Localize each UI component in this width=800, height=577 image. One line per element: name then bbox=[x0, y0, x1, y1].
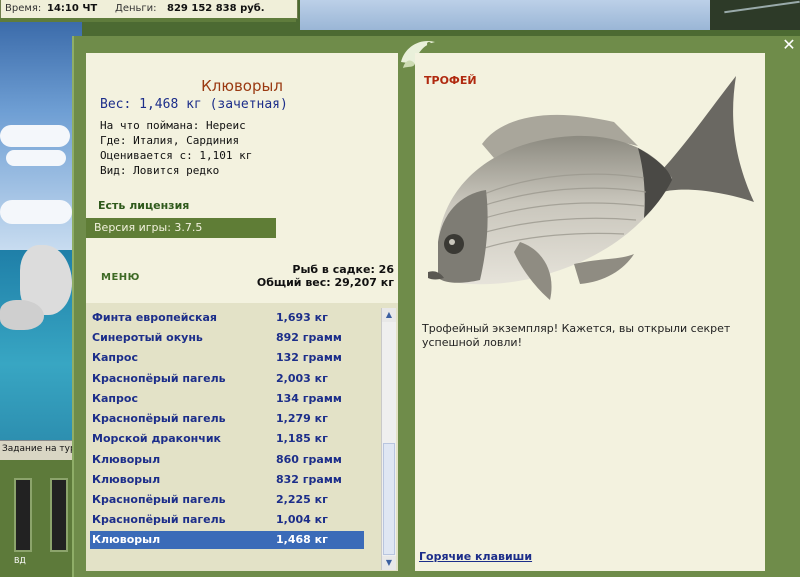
keepnet-count: Рыб в садке: 26 bbox=[292, 263, 394, 276]
bait-info: На что поймана: Нереис bbox=[100, 119, 246, 132]
catch-weight: 892 грамм bbox=[276, 331, 342, 344]
list-item[interactable]: Финта европейская 1,693 кг bbox=[90, 309, 364, 327]
scrollbar-thumb[interactable] bbox=[383, 443, 395, 555]
catch-name: Клюворыл bbox=[92, 453, 161, 466]
fish-weight: Вес: 1,468 кг (зачетная) bbox=[100, 97, 288, 112]
status-bar: Время: 14:10 ЧТ Деньги: 829 152 838 руб. bbox=[0, 0, 298, 19]
close-button[interactable]: ✕ bbox=[780, 36, 798, 54]
catch-weight: 1,693 кг bbox=[276, 311, 328, 324]
rock bbox=[0, 300, 44, 330]
location-info: Где: Италия, Сардиния bbox=[100, 134, 240, 147]
time-value: 14:10 ЧТ bbox=[47, 3, 98, 14]
catch-weight: 1,185 кг bbox=[276, 432, 328, 445]
list-item[interactable]: Краснопёрый пагель 2,003 кг bbox=[90, 370, 364, 388]
lower-left-panel bbox=[0, 460, 82, 577]
version-label: Версия игры: 3.7.5 bbox=[94, 221, 203, 234]
depth-gauge bbox=[50, 478, 68, 552]
list-item[interactable]: Капрос 132 грамм bbox=[90, 349, 364, 367]
cloud bbox=[0, 200, 72, 224]
catch-weight: 2,225 кг bbox=[276, 493, 328, 506]
gauge-label: ВД bbox=[14, 556, 26, 565]
list-item[interactable]: Синеротый окунь 892 грамм bbox=[90, 329, 364, 347]
catch-weight: 1,468 кг bbox=[276, 533, 328, 546]
tension-gauge bbox=[14, 478, 32, 552]
catch-name: Финта европейская bbox=[92, 311, 217, 324]
trophy-description: Трофейный экземпляр! Кажется, вы открыли… bbox=[422, 322, 731, 349]
list-item[interactable]: Клюворыл 832 грамм bbox=[90, 471, 364, 489]
catch-name: Краснопёрый пагель bbox=[92, 372, 226, 385]
rating-info: Оценивается с: 1,101 кг bbox=[100, 149, 253, 162]
catch-weight: 132 грамм bbox=[276, 351, 342, 364]
list-item[interactable]: Краснопёрый пагель 2,225 кг bbox=[90, 491, 364, 509]
fish-name: Клюворыл bbox=[201, 77, 283, 95]
list-item[interactable]: Краснопёрый пагель 1,279 кг bbox=[90, 410, 364, 428]
menu-button[interactable]: МЕНЮ bbox=[101, 272, 140, 283]
license-status: Есть лицензия bbox=[98, 199, 190, 212]
task-label: Задание на тур bbox=[2, 444, 76, 454]
hotkeys-link[interactable]: Горячие клавиши bbox=[419, 550, 532, 563]
list-item[interactable]: Краснопёрый пагель 1,004 кг bbox=[90, 511, 364, 529]
cloud bbox=[6, 150, 66, 166]
list-item-selected[interactable]: Клюворыл 1,468 кг bbox=[90, 531, 364, 549]
list-item[interactable]: Клюворыл 860 грамм bbox=[90, 451, 364, 469]
catch-name: Клюворыл bbox=[92, 533, 161, 546]
catch-weight: 860 грамм bbox=[276, 453, 342, 466]
catch-name: Морской дракончик bbox=[92, 432, 221, 445]
version-bar: Версия игры: 3.7.5 bbox=[86, 218, 276, 238]
catch-weight: 832 грамм bbox=[276, 473, 342, 486]
fish-illustration bbox=[428, 76, 754, 300]
corner-panel bbox=[710, 0, 800, 30]
cloud bbox=[0, 125, 70, 147]
catch-weight: 1,004 кг bbox=[276, 513, 328, 526]
catch-name: Капрос bbox=[92, 351, 138, 364]
keepnet-total-weight: Общий вес: 29,207 кг bbox=[256, 276, 394, 289]
task-bar[interactable]: Задание на тур bbox=[0, 440, 82, 461]
scroll-up-arrow-icon[interactable]: ▲ bbox=[382, 308, 396, 322]
money-value: 829 152 838 руб. bbox=[167, 3, 265, 14]
species-info: Вид: Ловится редко bbox=[100, 164, 220, 177]
money-label: Деньги: bbox=[115, 3, 157, 14]
time-label: Время: bbox=[5, 3, 42, 14]
catch-weight: 2,003 кг bbox=[276, 372, 328, 385]
catch-name: Синеротый окунь bbox=[92, 331, 203, 344]
catch-weight: 134 грамм bbox=[276, 392, 342, 405]
horizon-strip bbox=[300, 0, 710, 30]
scroll-down-arrow-icon[interactable]: ▼ bbox=[382, 556, 396, 570]
catch-name: Краснопёрый пагель bbox=[92, 513, 226, 526]
catch-list: Финта европейская 1,693 кг Синеротый окун… bbox=[86, 303, 398, 571]
list-item[interactable]: Морской дракончик 1,185 кг bbox=[90, 430, 364, 448]
status-bar-border bbox=[0, 18, 296, 22]
catch-name: Краснопёрый пагель bbox=[92, 412, 226, 425]
catch-name: Капрос bbox=[92, 392, 138, 405]
trophy-badge: ТРОФЕЙ bbox=[424, 74, 477, 87]
catch-name: Краснопёрый пагель bbox=[92, 493, 226, 506]
list-item[interactable]: Капрос 134 грамм bbox=[90, 390, 364, 408]
catch-name: Клюворыл bbox=[92, 473, 161, 486]
catch-list-scrollbar[interactable]: ▲ ▼ bbox=[381, 308, 396, 570]
catch-weight: 1,279 кг bbox=[276, 412, 328, 425]
